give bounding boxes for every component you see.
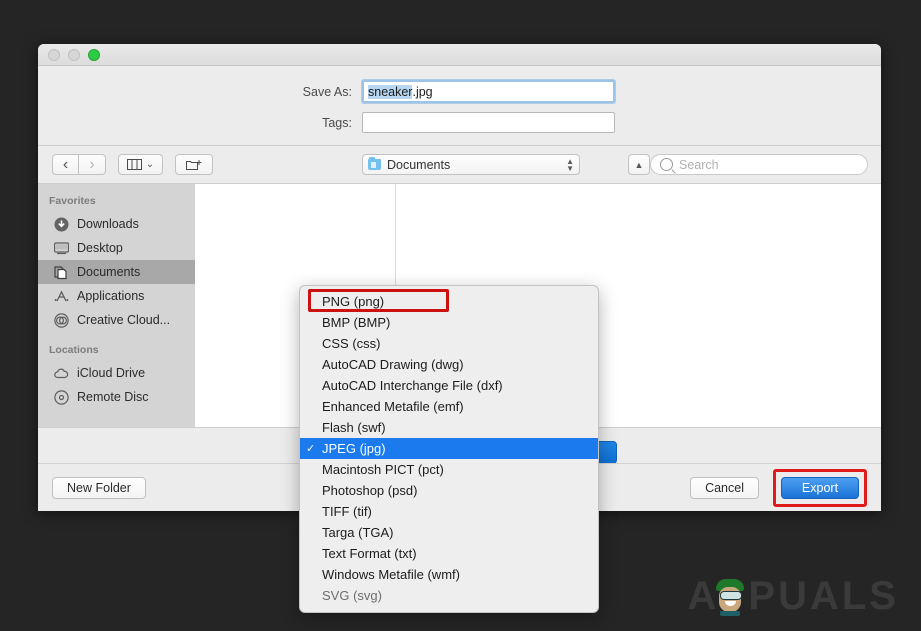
- menu-item-svg[interactable]: SVG (svg): [300, 585, 598, 606]
- title-bar: [38, 44, 881, 66]
- new-folder-icon: [186, 159, 202, 170]
- save-form: Save As: sneaker .jpg Tags:: [38, 66, 881, 146]
- cancel-button[interactable]: Cancel: [690, 476, 759, 499]
- tags-input[interactable]: [362, 112, 615, 133]
- search-placeholder: Search: [679, 157, 719, 172]
- maximize-button[interactable]: [88, 48, 100, 61]
- menu-item-autocad-interchange[interactable]: AutoCAD Interchange File (dxf): [300, 375, 598, 396]
- cloud-icon: [54, 366, 69, 381]
- path-current-folder: Documents: [387, 157, 451, 172]
- tags-row: Tags:: [38, 112, 881, 133]
- sidebar-item-icloud-drive[interactable]: iCloud Drive: [38, 361, 195, 385]
- view-mode-button[interactable]: ⌄: [118, 154, 163, 175]
- menu-item-png[interactable]: PNG (png): [300, 291, 598, 312]
- forward-button[interactable]: ›: [79, 154, 106, 175]
- sidebar-item-label: Downloads: [77, 217, 139, 231]
- minimize-button[interactable]: [68, 48, 80, 61]
- folder-icon: [368, 157, 381, 170]
- export-button[interactable]: Export: [781, 476, 859, 499]
- menu-item-tiff[interactable]: TIFF (tif): [300, 501, 598, 522]
- download-circle-icon: [54, 217, 69, 232]
- save-as-input[interactable]: sneaker .jpg: [362, 80, 615, 103]
- nav-button-group: ‹ ›: [52, 154, 106, 175]
- path-dropdown[interactable]: Documents ▲ ▼: [362, 154, 580, 175]
- sidebar-item-label: iCloud Drive: [77, 366, 146, 380]
- sidebar-item-label: Applications: [77, 289, 145, 303]
- back-button[interactable]: ‹: [52, 154, 79, 175]
- up-folder-button[interactable]: ▲: [628, 154, 650, 175]
- sidebar-section-favorites-header: Favorites: [49, 195, 96, 207]
- menu-item-jpeg[interactable]: JPEG (jpg): [300, 438, 598, 459]
- sidebar: Favorites Downloads Desktop Documents Ap…: [38, 184, 195, 427]
- save-as-selected-text: sneaker: [368, 84, 413, 99]
- sidebar-item-remote-disc[interactable]: Remote Disc: [38, 385, 195, 409]
- menu-item-text-format[interactable]: Text Format (txt): [300, 543, 598, 564]
- column-view-icon: [126, 159, 142, 170]
- sidebar-section-locations-header: Locations: [49, 344, 99, 356]
- sidebar-item-label: Documents: [77, 265, 141, 279]
- appuals-mascot-icon: [713, 577, 747, 617]
- sidebar-item-label: Remote Disc: [77, 390, 149, 404]
- creative-cloud-icon: [54, 312, 69, 328]
- menu-item-macintosh-pict[interactable]: Macintosh PICT (pct): [300, 459, 598, 480]
- menu-item-autocad-drawing[interactable]: AutoCAD Drawing (dwg): [300, 354, 598, 375]
- menu-item-targa[interactable]: Targa (TGA): [300, 522, 598, 543]
- search-input[interactable]: Search: [650, 154, 868, 175]
- menu-item-flash[interactable]: Flash (swf): [300, 417, 598, 438]
- tags-label: Tags:: [322, 115, 352, 130]
- search-icon: [660, 158, 673, 171]
- menu-item-bmp[interactable]: BMP (BMP): [300, 312, 598, 333]
- menu-item-enhanced-metafile[interactable]: Enhanced Metafile (emf): [300, 396, 598, 417]
- sidebar-item-label: Desktop: [77, 241, 123, 255]
- sidebar-item-creative-cloud[interactable]: Creative Cloud...: [38, 308, 195, 332]
- menu-item-photoshop[interactable]: Photoshop (psd): [300, 480, 598, 501]
- desktop-icon: [54, 241, 69, 256]
- format-dropdown-menu[interactable]: PNG (png) BMP (BMP) CSS (css) AutoCAD Dr…: [299, 285, 599, 613]
- sidebar-item-label: Creative Cloud...: [77, 313, 171, 327]
- save-as-row: Save As: sneaker .jpg: [38, 80, 881, 103]
- chevron-up-icon: ▲: [634, 159, 644, 170]
- cancel-button-wrap: Cancel: [690, 476, 759, 499]
- save-as-extension-text: .jpg: [412, 84, 433, 99]
- menu-item-css[interactable]: CSS (css): [300, 333, 598, 354]
- disc-icon: [54, 389, 69, 405]
- applications-icon: [54, 289, 69, 304]
- appuals-watermark: A PUALS: [688, 574, 899, 619]
- sidebar-item-documents[interactable]: Documents: [38, 260, 195, 284]
- sidebar-item-downloads[interactable]: Downloads: [38, 212, 195, 236]
- watermark-text-right: PUALS: [748, 574, 899, 618]
- stepper-icon: ▲ ▼: [566, 156, 574, 173]
- new-folder-button[interactable]: New Folder: [52, 476, 146, 499]
- sidebar-item-applications[interactable]: Applications: [38, 284, 195, 308]
- sidebar-item-desktop[interactable]: Desktop: [38, 236, 195, 260]
- menu-item-windows-metafile[interactable]: Windows Metafile (wmf): [300, 564, 598, 585]
- file-toolbar: ‹ › ⌄ Documents ▲ ▼ ▲ Search: [38, 146, 881, 184]
- documents-icon: [54, 265, 69, 280]
- new-folder-toolbar-button[interactable]: [175, 154, 213, 175]
- save-as-label: Save As:: [302, 84, 352, 99]
- export-button-annotation: Export: [773, 468, 867, 507]
- close-button[interactable]: [48, 48, 60, 61]
